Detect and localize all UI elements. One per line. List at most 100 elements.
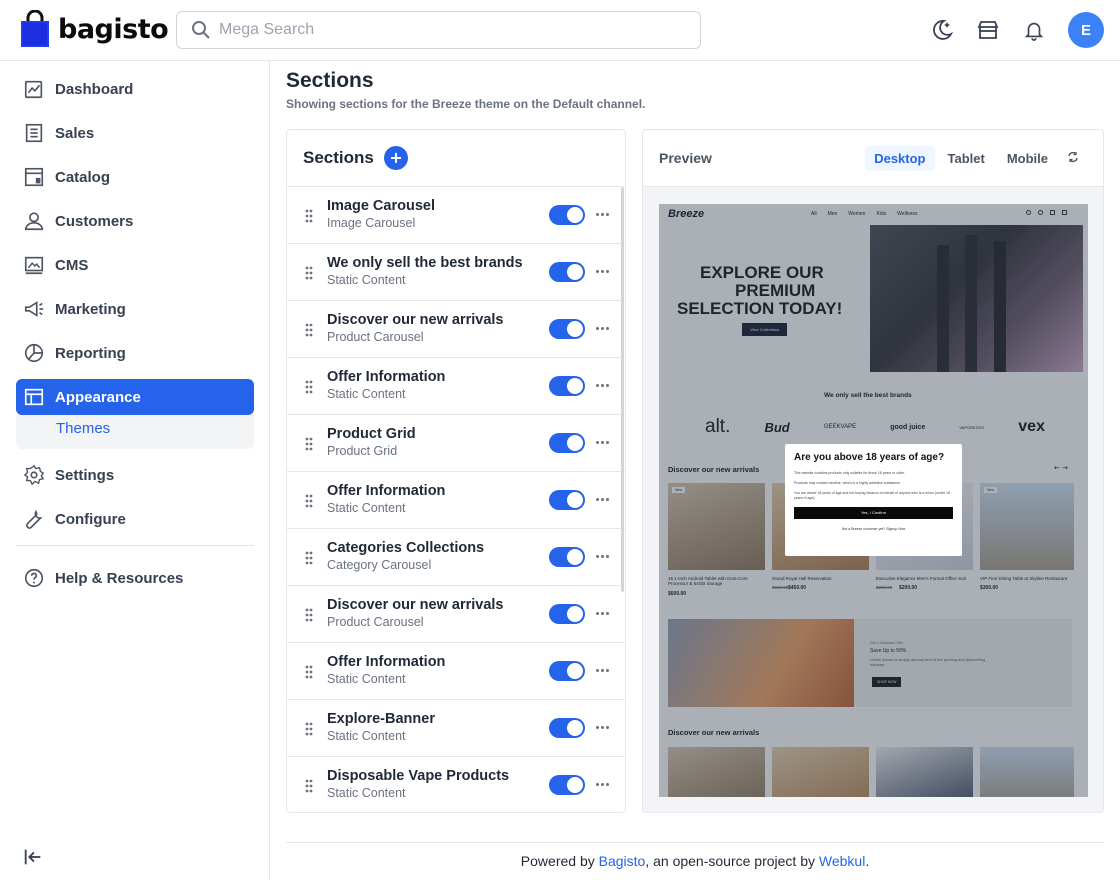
brand-logo[interactable]: bagisto bbox=[20, 10, 169, 48]
section-type: Image Carousel bbox=[327, 216, 416, 230]
drag-handle-icon[interactable] bbox=[305, 778, 313, 797]
section-type: Static Content bbox=[327, 273, 406, 287]
preview-header: Preview Desktop Tablet Mobile bbox=[643, 130, 1103, 187]
bagisto-link[interactable]: Bagisto bbox=[599, 853, 646, 869]
more-options-icon[interactable] bbox=[596, 213, 609, 216]
section-status-toggle[interactable] bbox=[549, 433, 585, 453]
sections-scrollbar[interactable] bbox=[621, 187, 624, 592]
more-options-icon[interactable] bbox=[596, 783, 609, 786]
drag-handle-icon[interactable] bbox=[305, 550, 313, 569]
modal-title: Are you above 18 years of age? bbox=[794, 452, 945, 463]
section-status-toggle[interactable] bbox=[549, 547, 585, 567]
sidebar-divider bbox=[16, 545, 254, 546]
section-row[interactable]: Discover our new arrivals Product Carouse… bbox=[287, 301, 625, 358]
more-options-icon[interactable] bbox=[596, 498, 609, 501]
collapse-sidebar-icon[interactable] bbox=[22, 846, 44, 872]
search-box[interactable] bbox=[176, 11, 701, 49]
section-title: Offer Information bbox=[327, 654, 446, 670]
section-status-toggle[interactable] bbox=[549, 775, 585, 795]
section-row[interactable]: We only sell the best brands Static Conte… bbox=[287, 244, 625, 301]
sidebar-item-sales[interactable]: Sales bbox=[16, 115, 254, 151]
tab-tablet[interactable]: Tablet bbox=[939, 146, 994, 171]
tab-desktop[interactable]: Desktop bbox=[865, 146, 935, 171]
more-options-icon[interactable] bbox=[596, 612, 609, 615]
section-status-toggle[interactable] bbox=[549, 604, 585, 624]
wrench-icon bbox=[26, 510, 43, 529]
sidebar-item-dashboard[interactable]: Dashboard bbox=[16, 71, 254, 107]
section-status-toggle[interactable] bbox=[549, 718, 585, 738]
section-status-toggle[interactable] bbox=[549, 490, 585, 510]
search-input[interactable] bbox=[219, 21, 659, 39]
section-type: Static Content bbox=[327, 387, 406, 401]
drag-handle-icon[interactable] bbox=[305, 721, 313, 740]
drag-handle-icon[interactable] bbox=[305, 379, 313, 398]
section-row[interactable]: Product Grid Product Grid bbox=[287, 415, 625, 472]
webkul-link[interactable]: Webkul bbox=[819, 853, 865, 869]
section-type: Product Carousel bbox=[327, 615, 424, 629]
more-options-icon[interactable] bbox=[596, 726, 609, 729]
sidebar-item-label: Marketing bbox=[55, 300, 126, 318]
add-section-button[interactable] bbox=[383, 146, 408, 170]
preview-panel: Preview Desktop Tablet Mobile Breeze All… bbox=[642, 129, 1104, 813]
sidebar-item-help[interactable]: Help & Resources bbox=[16, 560, 254, 596]
sidebar-item-settings[interactable]: Settings bbox=[16, 457, 254, 493]
dark-mode-icon[interactable] bbox=[928, 16, 956, 44]
section-row[interactable]: Image Carousel Image Carousel bbox=[287, 187, 625, 244]
drag-handle-icon[interactable] bbox=[305, 493, 313, 512]
more-options-icon[interactable] bbox=[596, 441, 609, 444]
drag-handle-icon[interactable] bbox=[305, 607, 313, 626]
sidebar-item-label: Configure bbox=[55, 510, 126, 528]
preview-title: Preview bbox=[659, 150, 712, 166]
section-row[interactable]: Offer Information Static Content bbox=[287, 358, 625, 415]
section-row[interactable]: Offer Information Static Content bbox=[287, 472, 625, 529]
section-row[interactable]: Offer Information Static Content bbox=[287, 643, 625, 700]
drag-handle-icon[interactable] bbox=[305, 322, 313, 341]
section-row[interactable]: Categories Collections Category Carousel bbox=[287, 529, 625, 586]
section-row[interactable]: Disposable Vape Products Static Content bbox=[287, 757, 625, 812]
sidebar-item-catalog[interactable]: Catalog bbox=[16, 159, 254, 195]
drag-handle-icon[interactable] bbox=[305, 208, 313, 227]
drag-handle-icon[interactable] bbox=[305, 265, 313, 284]
footer-prefix: Powered by bbox=[520, 853, 599, 869]
more-options-icon[interactable] bbox=[596, 384, 609, 387]
storefront-icon[interactable] bbox=[974, 16, 1002, 44]
drag-handle-icon[interactable] bbox=[305, 664, 313, 683]
modal-signup-link[interactable]: Not a Breeze customer yet? Signup Now bbox=[794, 527, 953, 531]
sidebar-subitem-themes[interactable]: Themes bbox=[16, 415, 254, 449]
tab-mobile[interactable]: Mobile bbox=[998, 146, 1057, 171]
confirm-age-button[interactable]: Yes, I Confirm bbox=[794, 506, 953, 519]
notification-bell-icon[interactable] bbox=[1020, 16, 1048, 44]
storefront-preview[interactable]: Breeze All Men Women Kids Wellness EXPLO… bbox=[659, 204, 1088, 797]
megaphone-icon bbox=[24, 301, 44, 317]
sidebar-item-cms[interactable]: CMS bbox=[16, 247, 254, 283]
more-options-icon[interactable] bbox=[596, 669, 609, 672]
section-title: Explore-Banner bbox=[327, 711, 435, 727]
section-title: Image Carousel bbox=[327, 198, 435, 214]
sidebar-item-appearance[interactable]: Appearance bbox=[16, 379, 254, 415]
more-options-icon[interactable] bbox=[596, 270, 609, 273]
section-title: Offer Information bbox=[327, 369, 446, 385]
section-status-toggle[interactable] bbox=[549, 376, 585, 396]
section-row[interactable]: Discover our new arrivals Product Carouse… bbox=[287, 586, 625, 643]
section-status-toggle[interactable] bbox=[549, 319, 585, 339]
age-verification-modal: Are you above 18 years of age? This webs… bbox=[785, 444, 962, 556]
section-row[interactable]: Explore-Banner Static Content bbox=[287, 700, 625, 757]
preview-canvas: Breeze All Men Women Kids Wellness EXPLO… bbox=[643, 187, 1103, 812]
section-type: Static Content bbox=[327, 672, 406, 686]
sidebar-item-label: Settings bbox=[55, 466, 115, 484]
sidebar-item-reporting[interactable]: Reporting bbox=[16, 335, 254, 371]
section-title: Discover our new arrivals bbox=[327, 312, 504, 328]
more-options-icon[interactable] bbox=[596, 555, 609, 558]
section-status-toggle[interactable] bbox=[549, 661, 585, 681]
sidebar-item-configure[interactable]: Configure bbox=[16, 501, 254, 537]
section-status-toggle[interactable] bbox=[549, 262, 585, 282]
section-status-toggle[interactable] bbox=[549, 205, 585, 225]
plus-icon bbox=[390, 153, 401, 163]
user-avatar[interactable]: E bbox=[1068, 12, 1104, 48]
sidebar-item-label: CMS bbox=[55, 256, 89, 274]
sidebar-item-customers[interactable]: Customers bbox=[16, 203, 254, 239]
sidebar-item-marketing[interactable]: Marketing bbox=[16, 291, 254, 327]
drag-handle-icon[interactable] bbox=[305, 436, 313, 455]
more-options-icon[interactable] bbox=[596, 327, 609, 330]
refresh-preview-icon[interactable] bbox=[1061, 146, 1085, 171]
